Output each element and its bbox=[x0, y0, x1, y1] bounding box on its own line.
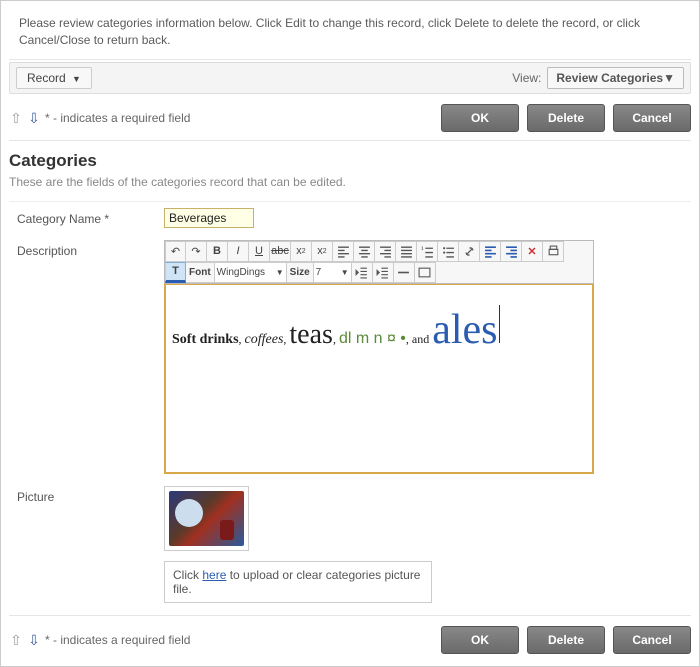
rte-word-3: teas bbox=[289, 319, 333, 350]
font-label: Font bbox=[186, 262, 215, 283]
record-toolbar: Record ▼ View: Review Categories ▼ bbox=[9, 62, 691, 94]
scroll-up-icon[interactable]: ⇧ bbox=[9, 633, 23, 647]
view-area: View: Review Categories ▼ bbox=[512, 67, 684, 89]
section-subtitle: These are the fields of the categories r… bbox=[9, 175, 691, 202]
action-row-top: ⇧ ⇩ * - indicates a required field OK De… bbox=[9, 94, 691, 141]
action-buttons-top: OK Delete Cancel bbox=[441, 104, 691, 132]
align-center-icon[interactable] bbox=[354, 241, 375, 262]
caret-down-icon: ▼ bbox=[663, 71, 675, 85]
print-icon[interactable] bbox=[543, 241, 564, 262]
caret-down-icon: ▼ bbox=[276, 268, 284, 277]
field-picture: Picture Click here to upload or clear ca… bbox=[9, 480, 691, 609]
field-category-name: Category Name * bbox=[9, 202, 691, 234]
delete-button[interactable]: Delete bbox=[527, 104, 605, 132]
required-note-text: * - indicates a required field bbox=[45, 111, 190, 125]
cancel-button[interactable]: Cancel bbox=[613, 104, 691, 132]
text-cursor bbox=[499, 305, 500, 343]
rte-word-2: coffees bbox=[245, 332, 284, 347]
view-select-value: Review Categories bbox=[556, 71, 663, 85]
caret-down-icon: ▼ bbox=[72, 74, 81, 84]
ordered-list-icon[interactable]: 1 bbox=[417, 241, 438, 262]
scroll-down-icon[interactable]: ⇩ bbox=[27, 633, 41, 647]
size-select-value: 7 bbox=[316, 267, 322, 278]
source-icon[interactable] bbox=[415, 262, 436, 283]
rte-word-1: Soft drinks bbox=[172, 332, 239, 347]
indent-icon[interactable] bbox=[373, 262, 394, 283]
rte-content[interactable]: Soft drinks, coffees, teas, dl m n ¤ •, … bbox=[164, 284, 594, 474]
picture-thumbnail[interactable] bbox=[164, 486, 249, 551]
hr-icon[interactable] bbox=[394, 262, 415, 283]
required-note: ⇧ ⇩ * - indicates a required field bbox=[9, 111, 190, 125]
font-select-value: WingDings bbox=[217, 267, 265, 278]
section-title: Categories bbox=[9, 141, 691, 175]
link-icon[interactable] bbox=[459, 241, 480, 262]
category-name-label: Category Name * bbox=[9, 208, 164, 228]
delete-button[interactable]: Delete bbox=[527, 626, 605, 654]
align-justify-icon[interactable] bbox=[396, 241, 417, 262]
align-left-icon[interactable] bbox=[333, 241, 354, 262]
strike-icon[interactable]: abc bbox=[270, 241, 291, 262]
redo-icon[interactable]: ↷ bbox=[186, 241, 207, 262]
view-label: View: bbox=[512, 71, 541, 85]
align-right-icon[interactable] bbox=[375, 241, 396, 262]
action-row-bottom: ⇧ ⇩ * - indicates a required field OK De… bbox=[9, 616, 691, 658]
undo-icon[interactable]: ↶ bbox=[165, 241, 186, 262]
svg-text:1: 1 bbox=[421, 245, 424, 250]
record-editor: Please review categories information bel… bbox=[0, 0, 700, 667]
text-color-icon[interactable]: T bbox=[165, 262, 186, 283]
italic-icon[interactable]: I bbox=[228, 241, 249, 262]
unordered-list-icon[interactable] bbox=[438, 241, 459, 262]
caret-down-icon: ▼ bbox=[341, 268, 349, 277]
size-label: Size bbox=[287, 262, 314, 283]
justify-right-color-icon[interactable] bbox=[501, 241, 522, 262]
size-select[interactable]: 7 ▼ bbox=[314, 262, 352, 283]
superscript-icon[interactable]: x2 bbox=[312, 241, 333, 262]
underline-icon[interactable]: U bbox=[249, 241, 270, 262]
bold-icon[interactable]: B bbox=[207, 241, 228, 262]
font-select[interactable]: WingDings ▼ bbox=[215, 262, 287, 283]
ok-button[interactable]: OK bbox=[441, 626, 519, 654]
rte-word-4: dl m n ¤ • bbox=[339, 330, 406, 347]
record-dropdown-label: Record bbox=[27, 71, 66, 85]
subscript-icon[interactable]: x2 bbox=[291, 241, 312, 262]
scroll-down-icon[interactable]: ⇩ bbox=[27, 111, 41, 125]
remove-format-icon[interactable]: ✕ bbox=[522, 241, 543, 262]
rte-word-5: ales bbox=[432, 307, 497, 353]
cancel-button[interactable]: Cancel bbox=[613, 626, 691, 654]
view-select[interactable]: Review Categories ▼ bbox=[547, 67, 684, 89]
action-buttons-bottom: OK Delete Cancel bbox=[441, 626, 691, 654]
ok-button[interactable]: OK bbox=[441, 104, 519, 132]
scroll-up-icon[interactable]: ⇧ bbox=[9, 111, 23, 125]
field-description: Description ↶ ↷ B I U abc x2 x2 bbox=[9, 234, 691, 480]
rte-toolbar: ↶ ↷ B I U abc x2 x2 1 bbox=[164, 240, 594, 284]
description-label: Description bbox=[9, 240, 164, 474]
picture-image bbox=[169, 491, 244, 546]
rich-text-editor: ↶ ↷ B I U abc x2 x2 1 bbox=[164, 240, 594, 474]
upload-link[interactable]: here bbox=[202, 568, 226, 582]
justify-left-color-icon[interactable] bbox=[480, 241, 501, 262]
outdent-icon[interactable] bbox=[352, 262, 373, 283]
required-note-bottom: ⇧ ⇩ * - indicates a required field bbox=[9, 633, 190, 647]
record-dropdown[interactable]: Record ▼ bbox=[16, 67, 92, 89]
picture-label: Picture bbox=[9, 486, 164, 603]
category-name-input[interactable] bbox=[164, 208, 254, 228]
instructions-text: Please review categories information bel… bbox=[9, 9, 691, 60]
required-note-text: * - indicates a required field bbox=[45, 633, 190, 647]
upload-instruction: Click here to upload or clear categories… bbox=[164, 561, 432, 603]
